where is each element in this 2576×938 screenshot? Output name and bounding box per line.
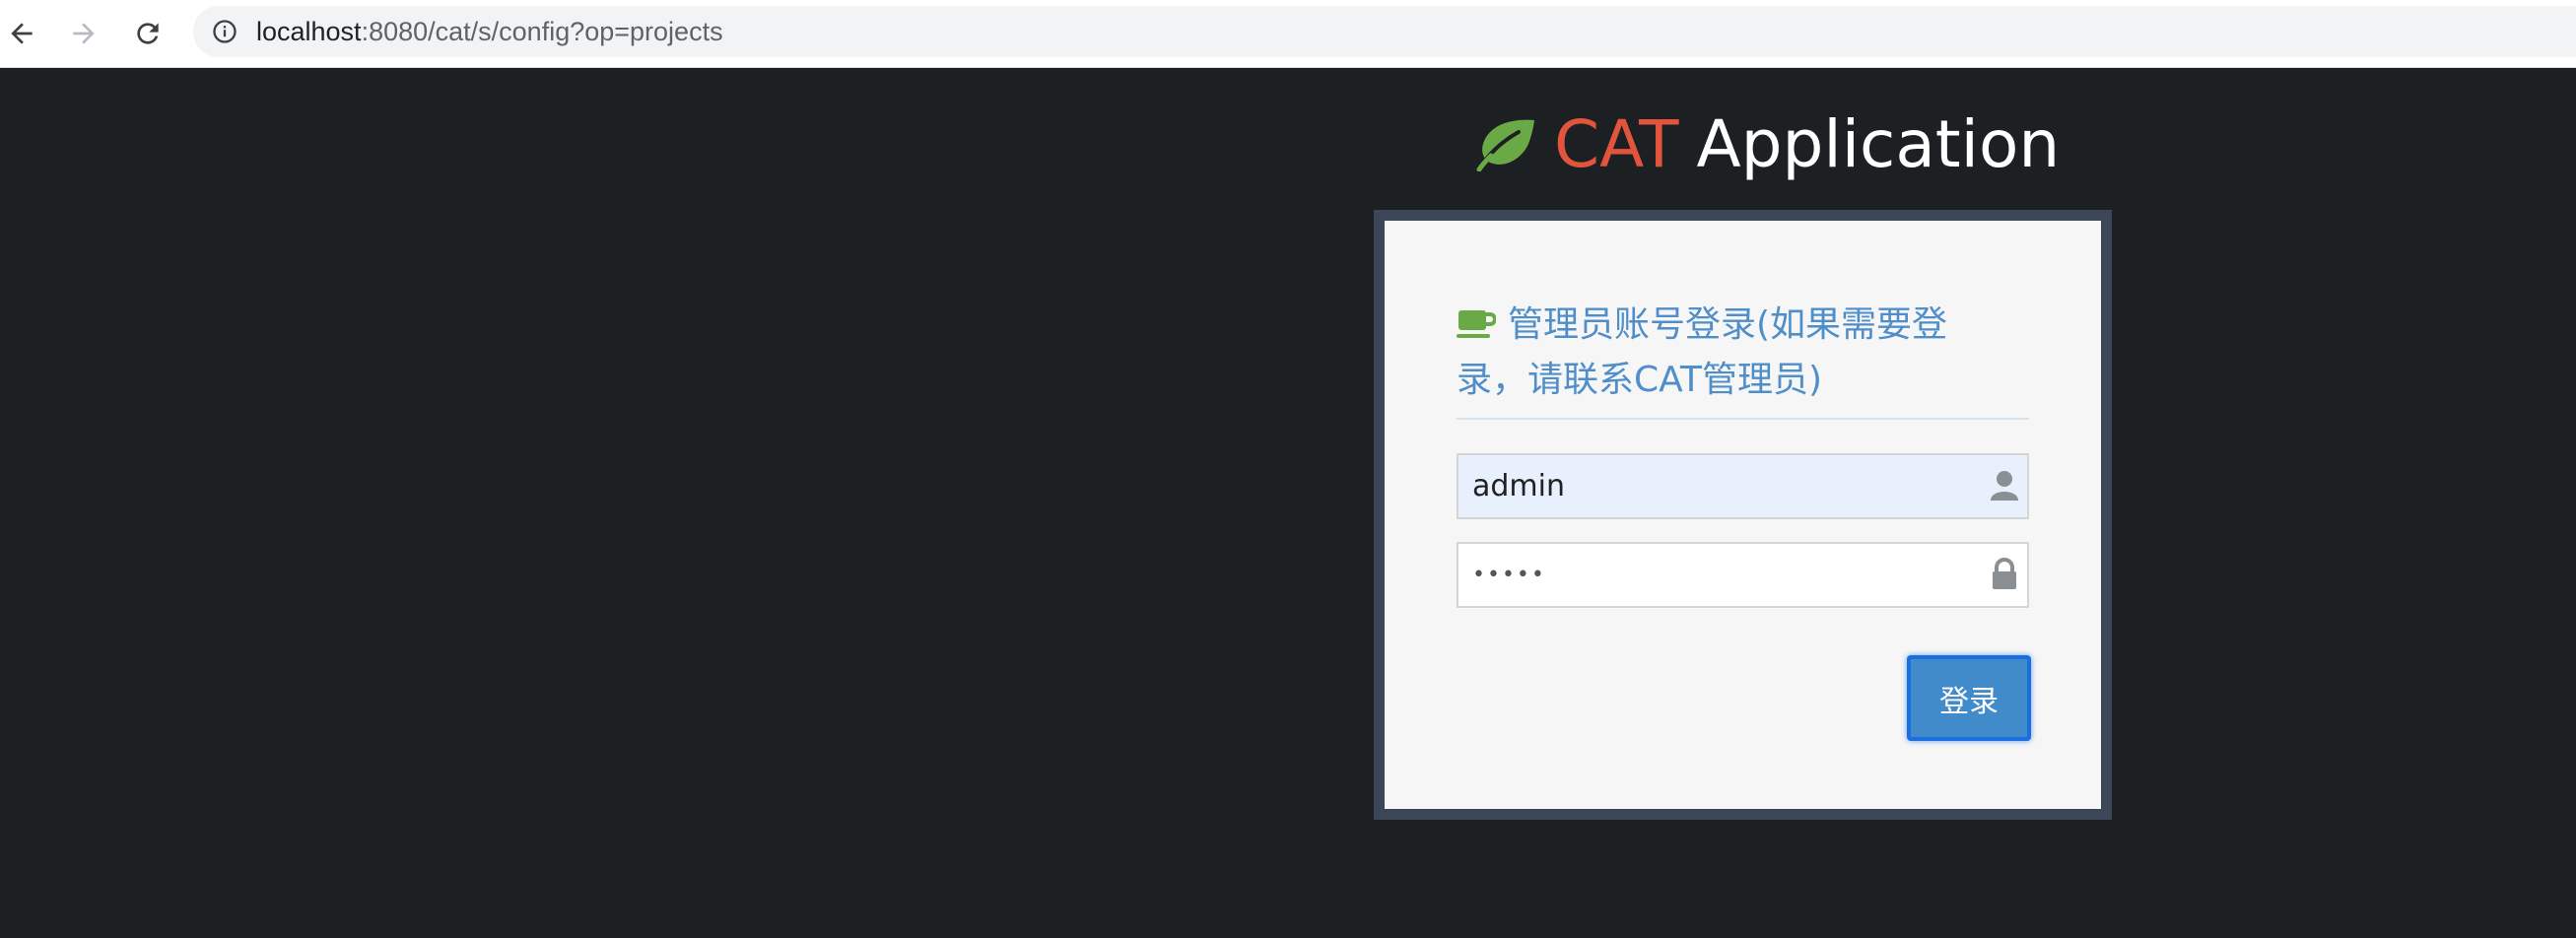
lock-icon — [1993, 558, 2016, 589]
username-input[interactable] — [1458, 455, 2027, 517]
user-icon — [1991, 471, 2018, 501]
arrow-right-icon — [73, 23, 95, 44]
reload-button[interactable] — [126, 12, 169, 55]
header-text-1: 管理员账号登录(如果需要登 — [1508, 304, 1948, 345]
login-header-line-2: 录，请联系CAT管理员) — [1457, 360, 1823, 400]
back-button[interactable] — [0, 12, 43, 55]
reload-icon — [137, 23, 159, 44]
login-frame: 管理员账号登录(如果需要登 录，请联系CAT管理员) 登录 — [1374, 210, 2112, 820]
browser-toolbar: localhost:8080/cat/s/config?op=projects — [0, 0, 2576, 68]
url-text: localhost:8080/cat/s/config?op=projects — [256, 17, 723, 47]
login-header: 管理员账号登录(如果需要登 录，请联系CAT管理员) — [1457, 298, 2029, 420]
password-field[interactable] — [1457, 542, 2029, 608]
title-application: Application — [1696, 105, 2061, 182]
info-icon[interactable] — [211, 18, 238, 45]
leaf-icon — [1476, 119, 1534, 171]
username-field[interactable] — [1457, 453, 2029, 519]
coffee-cup-icon — [1457, 310, 1496, 338]
password-input[interactable] — [1458, 544, 2027, 606]
login-box: 管理员账号登录(如果需要登 录，请联系CAT管理员) 登录 — [1385, 221, 2101, 809]
login-header-line-1: 管理员账号登录(如果需要登 — [1457, 298, 2029, 353]
address-bar[interactable]: localhost:8080/cat/s/config?op=projects — [193, 6, 2576, 57]
login-button[interactable]: 登录 — [1907, 655, 2031, 741]
forward-button[interactable] — [62, 12, 105, 55]
arrow-left-icon — [11, 23, 33, 44]
url-path: :8080/cat/s/config?op=projects — [361, 16, 723, 46]
title-cat: CAT — [1554, 105, 1679, 182]
app-title: CAT Application — [1473, 102, 2060, 185]
url-host: localhost — [256, 16, 362, 46]
